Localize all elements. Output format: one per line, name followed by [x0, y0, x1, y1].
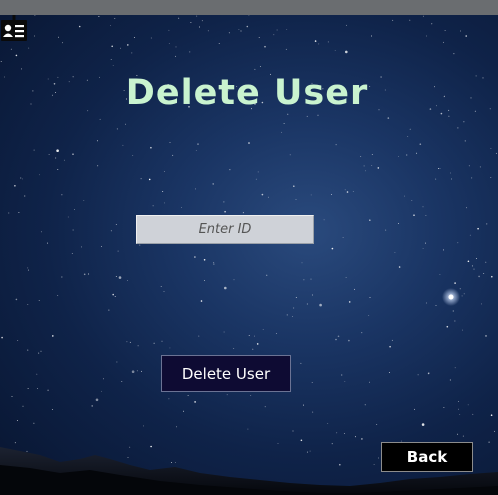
delete-user-button[interactable]: Delete User — [161, 355, 291, 392]
id-card-icon — [1, 15, 27, 41]
user-id-input[interactable] — [136, 215, 314, 244]
window-titlebar — [0, 0, 498, 15]
starry-night-background: Delete User Delete User Back — [0, 15, 498, 495]
back-button[interactable]: Back — [381, 442, 473, 472]
page-title: Delete User — [125, 73, 369, 113]
